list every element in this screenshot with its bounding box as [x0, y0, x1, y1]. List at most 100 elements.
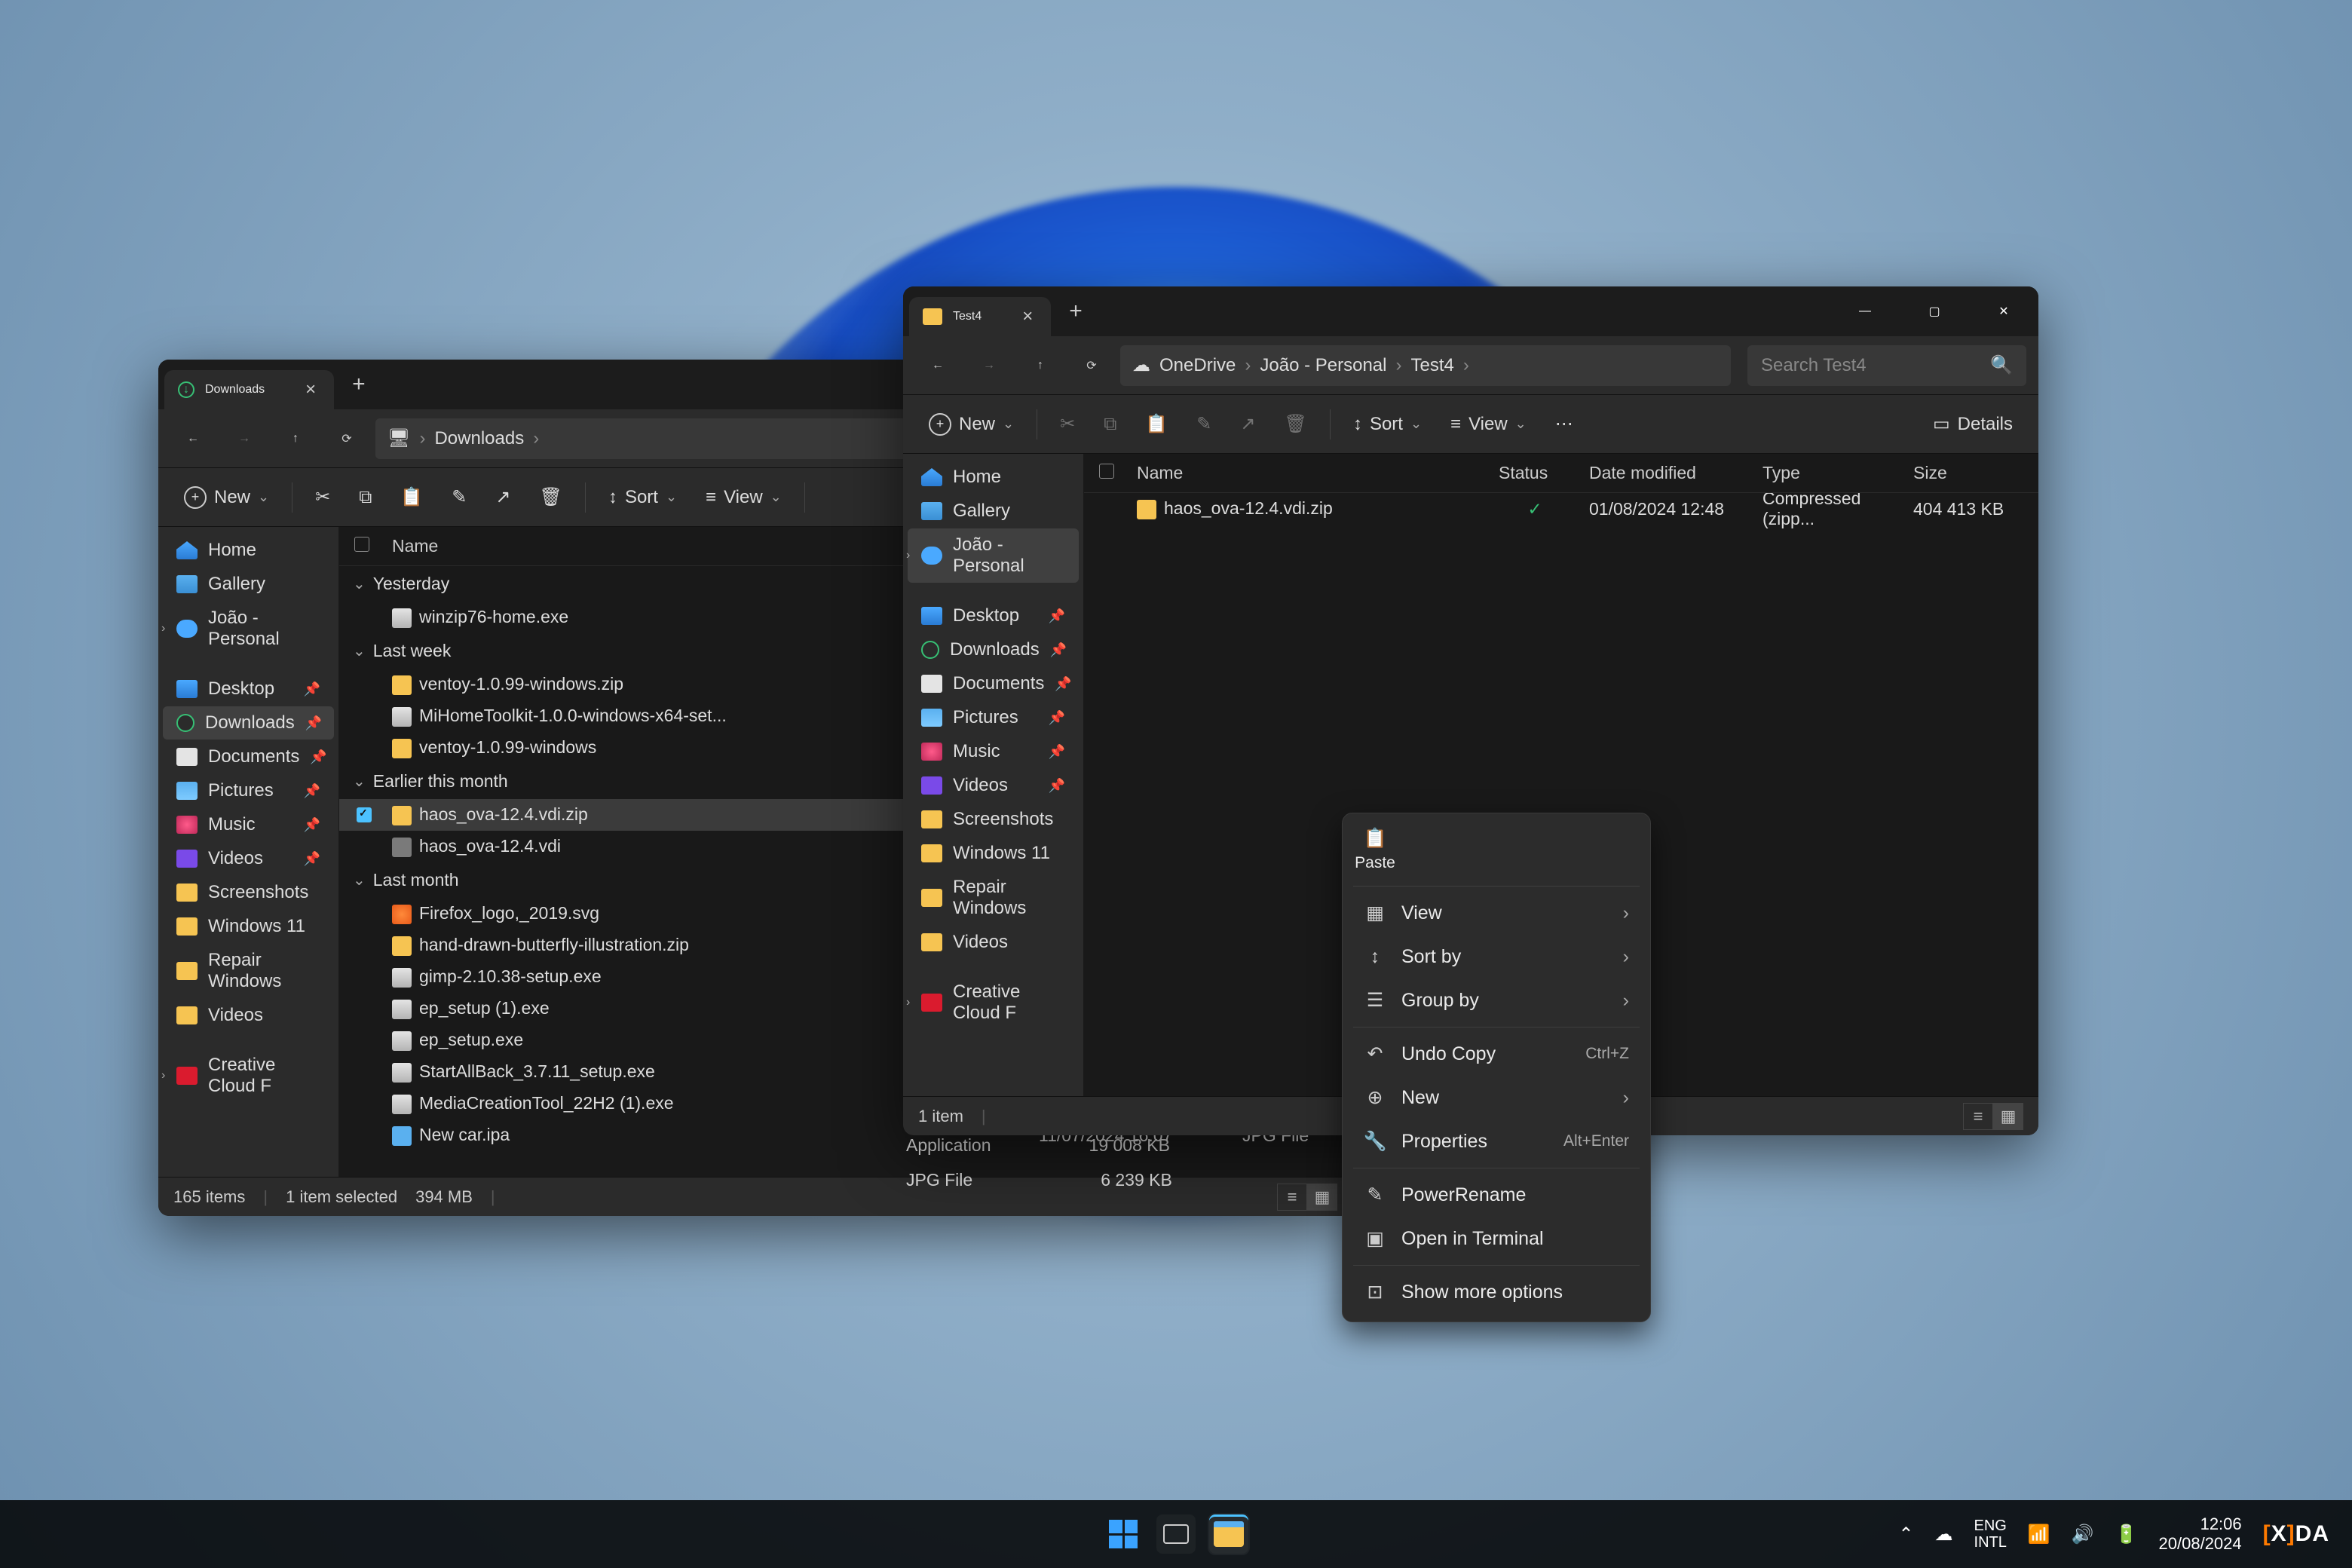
- minimize-button[interactable]: —: [1830, 286, 1900, 336]
- share-button[interactable]: ↗: [1228, 406, 1267, 443]
- refresh-button[interactable]: ⟳: [1069, 343, 1114, 388]
- ctx-paste[interactable]: 📋 Paste: [1350, 821, 1400, 881]
- new-tab-button[interactable]: +: [352, 372, 366, 397]
- sidebar-videos[interactable]: Videos📌: [163, 842, 334, 875]
- ctx-sort-by[interactable]: ↕Sort by›: [1350, 935, 1643, 978]
- sidebar-creative-cloud[interactable]: ›Creative Cloud F: [908, 975, 1079, 1030]
- breadcrumb-personal[interactable]: João - Personal: [1260, 355, 1386, 376]
- refresh-button[interactable]: ⟳: [324, 416, 369, 461]
- breadcrumb-downloads[interactable]: Downloads: [434, 428, 524, 449]
- sidebar-onedrive-personal[interactable]: ›João - Personal: [908, 528, 1079, 583]
- sidebar-documents[interactable]: Documents📌: [163, 740, 334, 773]
- sidebar-repair-windows[interactable]: Repair Windows: [908, 871, 1079, 925]
- tray-volume-icon[interactable]: 🔊: [2072, 1524, 2094, 1545]
- rename-button[interactable]: ✎: [439, 479, 479, 516]
- view-details-button[interactable]: ▦: [1993, 1103, 2023, 1130]
- sidebar-creative-cloud[interactable]: ›Creative Cloud F: [163, 1049, 334, 1103]
- sidebar-desktop[interactable]: Desktop📌: [163, 672, 334, 706]
- sidebar-pictures[interactable]: Pictures📌: [163, 774, 334, 807]
- header-status[interactable]: Status: [1490, 463, 1580, 483]
- sidebar-repair-windows[interactable]: Repair Windows: [163, 944, 334, 998]
- start-button[interactable]: [1104, 1514, 1143, 1554]
- sidebar-home[interactable]: Home: [163, 534, 334, 567]
- sidebar-onedrive-personal[interactable]: ›João - Personal: [163, 602, 334, 656]
- delete-button[interactable]: 🗑: [1272, 406, 1318, 443]
- tray-onedrive-icon[interactable]: ☁: [1935, 1524, 1953, 1545]
- tray-language[interactable]: ENGINTL: [1974, 1517, 2007, 1551]
- ctx-powerrename[interactable]: ✎PowerRename: [1350, 1173, 1643, 1217]
- tab-downloads[interactable]: Downloads ×: [164, 370, 334, 409]
- copy-button[interactable]: ⧉: [347, 479, 384, 516]
- sidebar-gallery[interactable]: Gallery: [163, 568, 334, 601]
- header-size[interactable]: Size: [1904, 463, 2032, 483]
- ctx-new[interactable]: ⊕New›: [1350, 1076, 1643, 1119]
- back-button[interactable]: ←: [170, 416, 216, 461]
- view-button[interactable]: ≡ View ⌄: [1438, 406, 1539, 443]
- ctx-show-more[interactable]: ⊡Show more options: [1350, 1270, 1643, 1314]
- sidebar-videos-folder[interactable]: Videos: [908, 926, 1079, 959]
- file-row[interactable]: haos_ova-12.4.vdi.zip ✓ 01/08/2024 12:48…: [1084, 493, 2038, 525]
- view-details-button[interactable]: ▦: [1307, 1184, 1337, 1211]
- maximize-button[interactable]: ▢: [1900, 286, 1969, 336]
- paste-button[interactable]: 📋: [1133, 406, 1180, 443]
- delete-button[interactable]: 🗑: [527, 479, 574, 516]
- new-button[interactable]: +New⌄: [917, 406, 1026, 443]
- tray-clock[interactable]: 12:0620/08/2024: [2159, 1514, 2242, 1554]
- more-button[interactable]: ⋯: [1543, 406, 1585, 443]
- tab-close-button[interactable]: ×: [305, 379, 316, 400]
- tab-close-button[interactable]: ×: [1022, 306, 1033, 327]
- taskview-button[interactable]: [1156, 1514, 1196, 1554]
- forward-button[interactable]: →: [222, 416, 267, 461]
- sidebar-pictures[interactable]: Pictures📌: [908, 701, 1079, 734]
- sidebar-screenshots[interactable]: Screenshots: [163, 876, 334, 909]
- sidebar-windows11[interactable]: Windows 11: [908, 837, 1079, 870]
- sidebar-windows11[interactable]: Windows 11: [163, 910, 334, 943]
- ctx-undo-copy[interactable]: ↶Undo CopyCtrl+Z: [1350, 1032, 1643, 1076]
- sidebar-videos-folder[interactable]: Videos: [163, 999, 334, 1032]
- ctx-group-by[interactable]: ☰Group by›: [1350, 978, 1643, 1022]
- breadcrumb-onedrive[interactable]: OneDrive: [1159, 355, 1236, 376]
- tab-test4[interactable]: Test4 ×: [909, 297, 1051, 336]
- tray-chevron-icon[interactable]: ⌃: [1898, 1524, 1913, 1545]
- header-date[interactable]: Date modified: [1580, 463, 1753, 483]
- sidebar-music[interactable]: Music📌: [163, 808, 334, 841]
- sidebar-screenshots[interactable]: Screenshots: [908, 803, 1079, 836]
- up-button[interactable]: ↑: [273, 416, 318, 461]
- share-button[interactable]: ↗: [483, 479, 522, 516]
- header-name[interactable]: Name: [1128, 463, 1490, 483]
- sort-button[interactable]: ↕ Sort ⌄: [596, 479, 689, 516]
- details-pane-button[interactable]: ▭ Details: [1921, 406, 2025, 443]
- rename-button[interactable]: ✎: [1184, 406, 1223, 443]
- new-button[interactable]: +New⌄: [172, 479, 281, 516]
- cut-button[interactable]: ✂: [1048, 406, 1087, 443]
- new-tab-button[interactable]: +: [1069, 299, 1083, 324]
- sidebar-music[interactable]: Music📌: [908, 735, 1079, 768]
- sidebar-gallery[interactable]: Gallery: [908, 495, 1079, 528]
- sidebar-home[interactable]: Home: [908, 461, 1079, 494]
- back-button[interactable]: ←: [915, 343, 960, 388]
- sidebar-documents[interactable]: Documents📌: [908, 667, 1079, 700]
- sidebar-downloads[interactable]: Downloads📌: [163, 706, 334, 740]
- view-list-button[interactable]: ≡: [1277, 1184, 1307, 1211]
- ctx-properties[interactable]: 🔧PropertiesAlt+Enter: [1350, 1119, 1643, 1163]
- view-list-button[interactable]: ≡: [1963, 1103, 1993, 1130]
- select-all-checkbox[interactable]: [1099, 464, 1114, 479]
- file-explorer-taskbar[interactable]: [1209, 1514, 1248, 1554]
- ctx-view[interactable]: ▦View›: [1350, 891, 1643, 935]
- select-all-checkbox[interactable]: [354, 537, 369, 552]
- cut-button[interactable]: ✂: [303, 479, 342, 516]
- close-button[interactable]: ✕: [1969, 286, 2038, 336]
- forward-button[interactable]: →: [966, 343, 1012, 388]
- sidebar-videos[interactable]: Videos📌: [908, 769, 1079, 802]
- sidebar-desktop[interactable]: Desktop📌: [908, 599, 1079, 632]
- copy-button[interactable]: ⧉: [1092, 406, 1129, 443]
- sort-button[interactable]: ↕ Sort ⌄: [1341, 406, 1434, 443]
- address-bar[interactable]: ☁ OneDrive › João - Personal › Test4 ›: [1120, 345, 1731, 386]
- ctx-open-terminal[interactable]: ▣Open in Terminal: [1350, 1217, 1643, 1260]
- paste-button[interactable]: 📋: [388, 479, 435, 516]
- tray-battery-icon[interactable]: 🔋: [2115, 1524, 2138, 1545]
- up-button[interactable]: ↑: [1018, 343, 1063, 388]
- sidebar-downloads[interactable]: Downloads📌: [908, 633, 1079, 666]
- view-button[interactable]: ≡ View ⌄: [694, 479, 794, 516]
- header-type[interactable]: Type: [1753, 463, 1904, 483]
